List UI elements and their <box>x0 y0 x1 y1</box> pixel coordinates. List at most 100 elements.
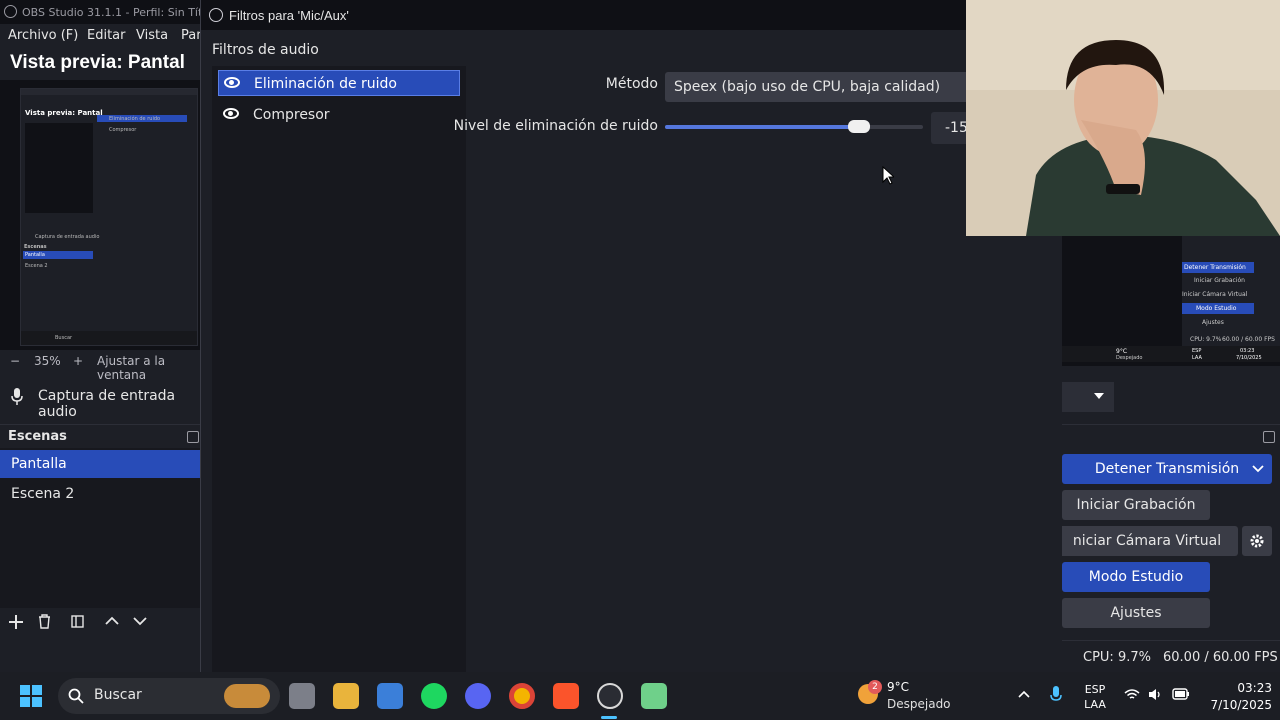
mini-filter-2: Compresor <box>109 127 137 133</box>
streaming-app-icon[interactable] <box>641 683 667 709</box>
mini-source: Captura de entrada audio <box>35 234 100 240</box>
method-label: Método <box>605 76 658 92</box>
stop-stream-label: Detener Transmisión <box>1094 461 1240 477</box>
mini-temp: 9°C <box>1116 348 1128 355</box>
wifi-icon[interactable] <box>1124 688 1140 701</box>
active-app-indicator <box>601 716 617 719</box>
weather-description: Despejado <box>887 697 951 711</box>
keyboard-layout[interactable]: LAA <box>1080 698 1110 711</box>
chevron-up-icon[interactable] <box>1018 690 1030 698</box>
fit-window-button[interactable]: Ajustar a la ventana <box>97 354 200 382</box>
filter-item-compressor[interactable]: Compresor <box>218 102 460 128</box>
audio-source-row[interactable]: Captura de entrada audio <box>0 382 200 420</box>
input-language[interactable]: ESP <box>1080 683 1110 696</box>
start-virtual-camera-button[interactable]: niciar Cámara Virtual <box>1056 526 1238 556</box>
stop-stream-button[interactable]: Detener Transmisión <box>1062 454 1272 484</box>
trash-icon[interactable] <box>38 614 51 629</box>
filter-label: Compresor <box>253 107 330 123</box>
controls-dock-header <box>1062 424 1280 448</box>
noise-level-slider[interactable] <box>665 120 923 133</box>
task-view-icon[interactable] <box>289 683 315 709</box>
scene-item-escena-2[interactable]: Escena 2 <box>0 480 200 508</box>
filter-item-noise-suppression[interactable]: Eliminación de ruido <box>218 70 460 96</box>
start-recording-button[interactable]: Iniciar Grabación <box>1062 490 1210 520</box>
mini-nested-preview <box>25 123 93 213</box>
method-select[interactable]: Speex (bajo uso de CPU, baja calidad) <box>665 72 975 102</box>
mini-search: Buscar <box>55 335 73 341</box>
mini-filter-1: Eliminación de ruido <box>109 116 161 122</box>
search-highlight-image <box>224 684 270 708</box>
studio-mode-button[interactable]: Modo Estudio <box>1062 562 1210 592</box>
scene-item-pantalla[interactable]: Pantalla <box>0 450 200 478</box>
mini-settings-text: Ajustes <box>1202 319 1224 326</box>
gear-icon <box>1250 534 1264 548</box>
clock-date[interactable]: 7/10/2025 <box>1200 698 1272 712</box>
obs-logo-icon <box>4 5 17 18</box>
filters-dialog-title: Filtros para 'Mic/Aux' <box>229 8 349 23</box>
webcam-person-image <box>966 0 1280 236</box>
eye-icon[interactable] <box>224 77 240 88</box>
search-label: Buscar <box>94 687 142 703</box>
mini-preview-title: Vista previa: Pantal <box>25 109 103 117</box>
windows-start-icon[interactable] <box>20 685 42 707</box>
mini-stream-text: Detener Transmisión <box>1184 264 1246 271</box>
mini-time: 03:23 <box>1240 348 1255 354</box>
undock-icon[interactable] <box>187 431 199 443</box>
obs-logo-icon <box>209 8 223 22</box>
move-down-icon[interactable] <box>133 617 147 626</box>
transition-dropdown[interactable] <box>1062 382 1114 412</box>
preview-title: Vista previa: Pantal <box>10 52 185 73</box>
mini-layout: LAA <box>1192 355 1202 361</box>
weather-temperature: 9°C <box>887 680 910 694</box>
eye-icon[interactable] <box>223 108 239 119</box>
microphone-icon <box>11 388 23 405</box>
zoom-level: 35% <box>34 354 61 368</box>
windows-taskbar: Buscar 2 9°C Despejado ESP LAA 03:23 7/1… <box>0 672 1280 720</box>
chevron-down-icon[interactable] <box>1252 465 1264 473</box>
virtual-camera-settings-button[interactable] <box>1242 526 1272 556</box>
menu-vista[interactable]: Vista <box>136 28 168 43</box>
menu-perfil[interactable]: Par <box>181 28 202 43</box>
speaker-icon[interactable] <box>1148 688 1162 701</box>
mini-date: 7/10/2025 <box>1236 355 1262 361</box>
microphone-icon[interactable] <box>1050 686 1062 704</box>
fps-readout: 60.00 / 60.00 FPS <box>1163 650 1278 665</box>
main-window-title: OBS Studio 31.1.1 - Perfil: Sin Títu <box>22 6 210 19</box>
filters-icon[interactable] <box>71 615 84 628</box>
settings-button[interactable]: Ajustes <box>1062 598 1210 628</box>
battery-icon[interactable] <box>1172 688 1190 700</box>
mini-cpu-text: CPU: 9.7% <box>1190 336 1222 343</box>
file-explorer-icon[interactable] <box>333 683 359 709</box>
menu-editar[interactable]: Editar <box>87 28 126 43</box>
mini-record-text: Iniciar Grabación <box>1194 277 1245 284</box>
slider-handle[interactable] <box>848 120 870 133</box>
discord-icon[interactable] <box>465 683 491 709</box>
mini-fps-text: 60.00 / 60.00 FPS <box>1222 336 1275 343</box>
preview-canvas[interactable]: Vista previa: Pantal Eliminación de ruid… <box>0 80 200 350</box>
zoom-bar: − 35% + Ajustar a la ventana <box>0 352 200 382</box>
mini-taskbar: Buscar <box>21 331 197 345</box>
mini-scene-2: Escena 2 <box>25 263 48 269</box>
add-scene-icon[interactable] <box>9 615 23 629</box>
taskbar-search[interactable]: Buscar <box>58 678 280 714</box>
zoom-in-button[interactable]: + <box>73 354 83 368</box>
zoom-out-button[interactable]: − <box>10 354 20 368</box>
clock-time[interactable]: 03:23 <box>1200 681 1272 695</box>
chrome-icon[interactable] <box>509 683 535 709</box>
filters-dialog: Filtros para 'Mic/Aux' Filtros de audio … <box>200 0 1063 672</box>
brave-icon[interactable] <box>553 683 579 709</box>
microsoft-store-icon[interactable] <box>377 683 403 709</box>
mini-titlebar <box>21 89 197 95</box>
weather-badge: 2 <box>868 680 882 694</box>
undock-icon[interactable] <box>1263 431 1275 443</box>
filters-dialog-titlebar: Filtros para 'Mic/Aux' <box>201 0 1063 30</box>
obs-icon[interactable] <box>597 683 623 709</box>
menu-archivo[interactable]: Archivo (F) <box>8 28 78 43</box>
filter-label: Eliminación de ruido <box>254 76 398 92</box>
search-icon <box>68 688 84 704</box>
mini-scene-1: Pantalla <box>25 252 45 258</box>
spotify-icon[interactable] <box>421 683 447 709</box>
webcam-overlay <box>966 0 1280 236</box>
mini-weather: Despejado <box>1116 355 1143 361</box>
move-up-icon[interactable] <box>105 616 119 625</box>
